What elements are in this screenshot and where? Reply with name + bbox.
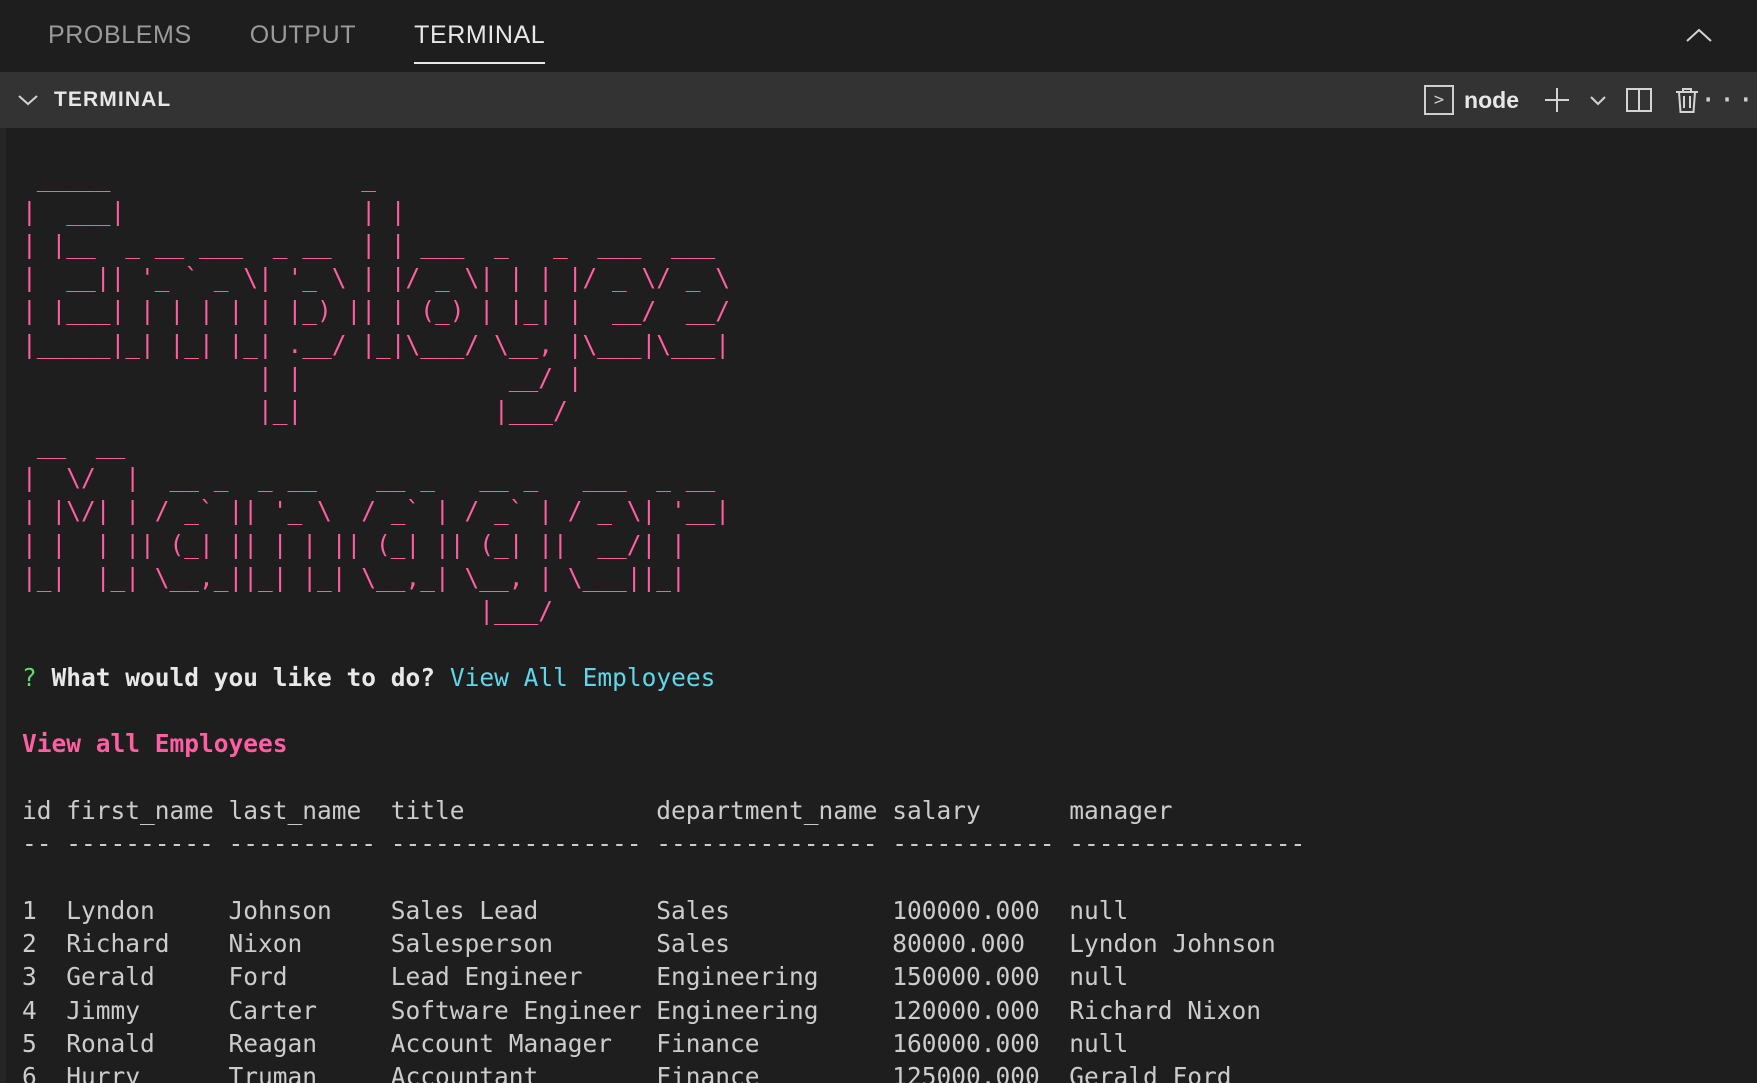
terminal-header-actions: > node ··· [1418,78,1755,122]
prompt-question: What would you like to do? [51,662,436,692]
active-terminal-item[interactable]: > node [1418,85,1531,115]
terminal-left-rule [0,128,6,1083]
terminal-body[interactable]: _____ _ | ___| | | | |__ _ __ ___ _ __ |… [0,128,1757,1083]
terminal-header: TERMINAL > node ··· [0,72,1757,128]
terminal-output: _____ _ | ___| | | | |__ _ __ ___ _ __ |… [22,128,1757,1083]
panel-tabbar: PROBLEMS OUTPUT TERMINAL [0,0,1757,72]
employees-table: id first_name last_name title department… [22,795,1306,1083]
terminal-prompt-icon: > [1424,85,1455,115]
prompt-marker: ? [22,662,37,692]
chevron-down-icon[interactable] [14,86,42,114]
tab-terminal[interactable]: TERMINAL [414,3,546,70]
shell-name-label: node [1464,86,1519,113]
terminal-header-left: TERMINAL [14,86,171,114]
section-heading: View all Employees [22,729,288,759]
ellipsis-icon[interactable]: ··· [1700,78,1755,122]
terminal-header-title: TERMINAL [54,88,172,111]
split-editor-icon[interactable] [1617,78,1661,122]
prompt-answer: View All Employees [449,662,716,692]
chevron-down-icon[interactable] [1583,78,1613,122]
plus-icon[interactable] [1535,78,1579,122]
chevron-up-icon[interactable] [1679,16,1719,56]
tab-problems[interactable]: PROBLEMS [48,3,192,70]
ascii-banner: _____ _ | ___| | | | |__ _ __ ___ _ __ |… [22,163,731,626]
tab-output[interactable]: OUTPUT [250,3,356,70]
prompt-line: ? What would you like to do? View All Em… [22,663,715,692]
